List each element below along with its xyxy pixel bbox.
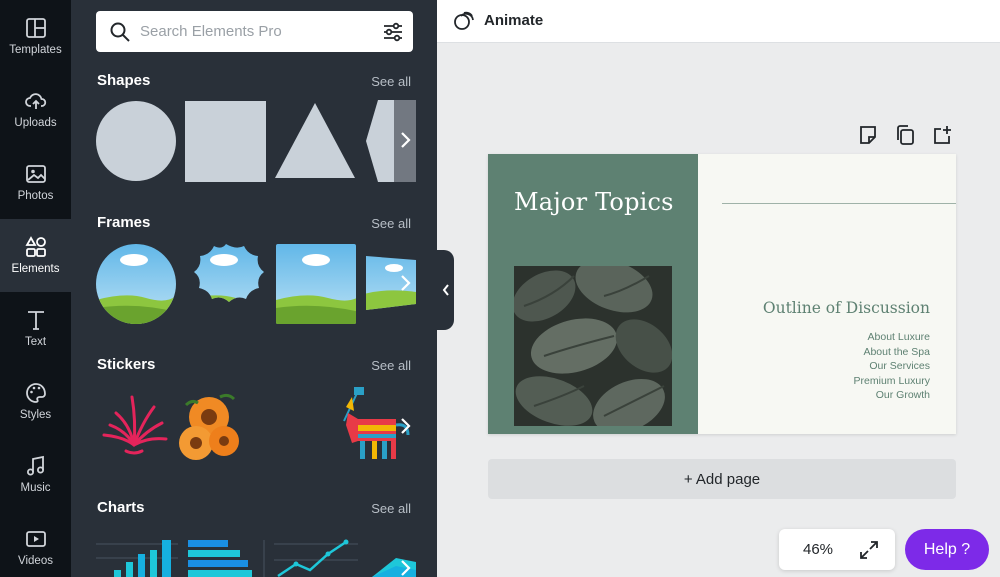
slide-title[interactable]: Major Topics xyxy=(514,188,674,216)
chevron-right-icon[interactable] xyxy=(397,130,413,150)
see-all-shapes-link[interactable]: See all xyxy=(371,74,411,89)
note-icon[interactable] xyxy=(857,124,879,146)
slide-photo[interactable] xyxy=(514,266,672,426)
search-icon xyxy=(110,22,130,42)
slide-canvas[interactable]: Major Topics Outline of Discussion About… xyxy=(488,154,956,434)
scalloped-frame[interactable] xyxy=(184,242,268,326)
slide-green-panel: Major Topics xyxy=(488,154,698,434)
rail-item-templates[interactable]: Templates xyxy=(0,0,71,73)
chevron-right-icon[interactable] xyxy=(397,416,413,436)
flower-sticker[interactable] xyxy=(179,393,239,460)
music-icon xyxy=(26,455,44,475)
rail-item-label: Uploads xyxy=(14,116,57,129)
section-title-charts: Charts xyxy=(97,499,145,516)
section-title-shapes: Shapes xyxy=(97,72,151,89)
rail-item-label: Music xyxy=(20,481,51,494)
elements-panel: Shapes See all Frames See all xyxy=(71,0,437,577)
search-input[interactable] xyxy=(140,11,370,52)
rail-item-styles[interactable]: Styles xyxy=(0,365,71,438)
add-page-icon[interactable] xyxy=(931,124,953,146)
square-frame[interactable] xyxy=(276,242,360,326)
see-all-frames-link[interactable]: See all xyxy=(371,216,411,231)
search-box xyxy=(96,11,413,52)
stacked-bar-chart-thumbnail[interactable] xyxy=(188,540,252,577)
rail-item-label: Videos xyxy=(18,554,53,567)
rail-item-videos[interactable]: Videos xyxy=(0,511,71,577)
leaves-image xyxy=(514,266,672,426)
circle-frame[interactable] xyxy=(96,242,176,326)
upload-icon xyxy=(24,92,46,109)
video-icon xyxy=(25,530,46,547)
templates-icon xyxy=(25,17,46,38)
rail-item-label: Text xyxy=(24,335,47,348)
help-button[interactable]: Help ? xyxy=(905,529,989,570)
charts-row xyxy=(96,539,416,577)
topic-item: Premium Luxury xyxy=(853,374,930,387)
slide-topic-list[interactable]: About Luxure About the Spa Our Services … xyxy=(854,330,930,403)
triangle-shape[interactable] xyxy=(275,103,355,178)
circle-shape[interactable] xyxy=(96,101,176,181)
expand-icon[interactable] xyxy=(859,540,879,560)
stickers-row xyxy=(102,387,410,460)
collapse-panel-button[interactable] xyxy=(437,250,454,330)
animate-label: Animate xyxy=(484,11,544,29)
rail-item-text[interactable]: Text xyxy=(0,292,71,365)
line-chart-thumbnail[interactable] xyxy=(274,539,358,577)
frames-row xyxy=(96,242,416,326)
filter-icon[interactable] xyxy=(382,21,404,43)
rail-item-music[interactable]: Music xyxy=(0,438,71,511)
shapes-row xyxy=(96,100,416,182)
square-shape[interactable] xyxy=(185,101,266,182)
section-title-stickers: Stickers xyxy=(97,356,156,373)
chevron-right-icon[interactable] xyxy=(397,273,413,293)
section-title-frames: Frames xyxy=(97,214,151,231)
topic-item: About the Spa xyxy=(863,345,930,358)
zoom-value[interactable]: 46% xyxy=(803,541,833,558)
rail-item-photos[interactable]: Photos xyxy=(0,146,71,219)
see-all-charts-link[interactable]: See all xyxy=(371,501,411,516)
firework-sticker[interactable] xyxy=(102,395,168,455)
rail-item-label: Templates xyxy=(9,43,62,56)
photo-icon xyxy=(25,164,46,183)
elements-icon xyxy=(24,235,46,257)
side-rail: Templates Uploads Photos Elements Text S… xyxy=(0,0,71,577)
animate-button[interactable]: Animate xyxy=(453,9,543,31)
rail-item-label: Elements xyxy=(11,262,60,275)
see-all-stickers-link[interactable]: See all xyxy=(371,358,411,373)
text-icon xyxy=(27,310,44,330)
zoom-control: 46% xyxy=(779,529,895,570)
rail-item-label: Photos xyxy=(17,189,54,202)
slide-subtitle[interactable]: Outline of Discussion xyxy=(763,299,930,317)
duplicate-icon[interactable] xyxy=(894,124,916,146)
rail-item-label: Styles xyxy=(19,408,52,421)
topic-item: Our Services xyxy=(869,360,930,373)
rail-item-elements[interactable]: Elements xyxy=(0,219,71,292)
topic-item: Our Growth xyxy=(875,389,930,402)
bar-chart-thumbnail[interactable] xyxy=(96,540,178,577)
editor-topbar: Animate xyxy=(437,0,1000,43)
chevron-left-icon xyxy=(442,284,449,296)
add-page-button[interactable]: + Add page xyxy=(488,459,956,499)
palette-icon xyxy=(25,382,46,403)
topic-item: About Luxure xyxy=(867,331,930,343)
animate-icon xyxy=(454,11,474,30)
slide-divider xyxy=(722,203,956,204)
chevron-right-icon[interactable] xyxy=(397,558,413,577)
rail-item-uploads[interactable]: Uploads xyxy=(0,73,71,146)
